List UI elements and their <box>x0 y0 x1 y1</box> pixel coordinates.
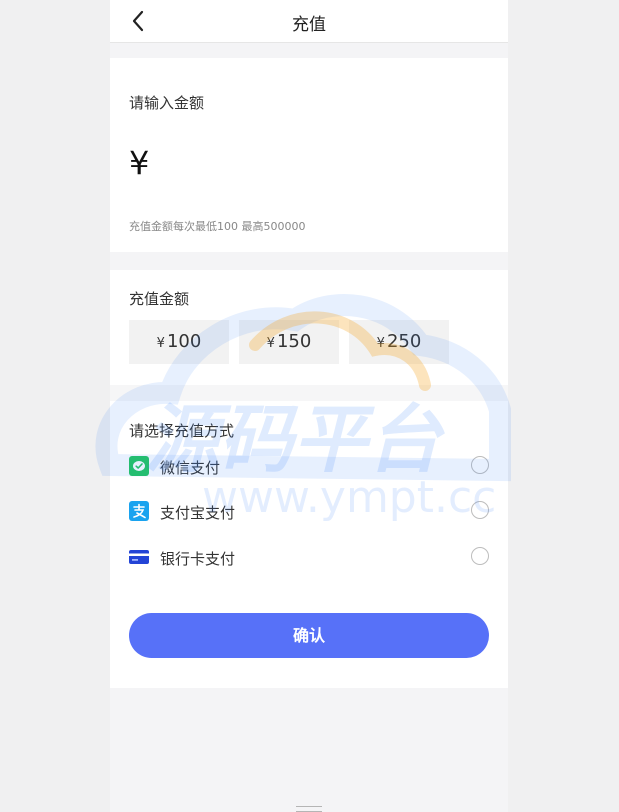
payment-option-bank-card[interactable]: 银行卡支付 <box>129 543 489 571</box>
home-indicator <box>296 806 322 812</box>
preset-currency-symbol: ¥ <box>156 336 165 351</box>
preset-amount-option[interactable]: ¥100 <box>129 320 229 364</box>
wechat-pay-icon <box>129 456 149 476</box>
bank-card-icon <box>129 550 149 564</box>
preset-currency-symbol: ¥ <box>266 336 275 351</box>
payment-radio[interactable] <box>471 547 489 565</box>
preset-amount-option[interactable]: ¥150 <box>239 320 339 364</box>
payment-option-label: 微信支付 <box>160 459 221 477</box>
preset-amount-value: 150 <box>276 331 312 352</box>
payment-option-wechat[interactable]: 微信支付 <box>129 452 489 480</box>
preset-amount-option[interactable]: ¥250 <box>349 320 449 364</box>
payment-option-label: 支付宝支付 <box>160 504 236 522</box>
amount-input[interactable] <box>170 146 474 188</box>
page-title: 充值 <box>292 15 326 35</box>
confirm-button[interactable]: 确认 <box>129 613 489 658</box>
payment-option-label: 银行卡支付 <box>160 550 236 568</box>
payment-method-label: 请选择充值方式 <box>129 422 235 440</box>
recharge-page: 充值 请输入金额 ¥ 充值金额每次最低100 最高500000 充值金额 ¥10… <box>110 0 508 812</box>
section-divider <box>110 385 508 401</box>
alipay-icon <box>129 501 149 521</box>
payment-card: 充值金额 ¥100 ¥150 ¥250 请选择充值方式 微信支付 支付宝支付 银… <box>110 270 508 688</box>
preset-currency-symbol: ¥ <box>376 336 385 351</box>
nav-header: 充值 <box>110 0 508 43</box>
payment-option-alipay[interactable]: 支付宝支付 <box>129 497 489 525</box>
preset-amount-value: 250 <box>386 331 422 352</box>
amount-card: 请输入金额 ¥ 充值金额每次最低100 最高500000 <box>110 58 508 252</box>
amount-hint: 充值金额每次最低100 最高500000 <box>129 220 306 233</box>
payment-radio[interactable] <box>471 501 489 519</box>
amount-input-label: 请输入金额 <box>129 94 205 112</box>
preset-amount-value: 100 <box>166 331 202 352</box>
currency-symbol: ¥ <box>129 144 150 182</box>
preset-amount-label: 充值金额 <box>129 290 190 308</box>
payment-radio[interactable] <box>471 456 489 474</box>
